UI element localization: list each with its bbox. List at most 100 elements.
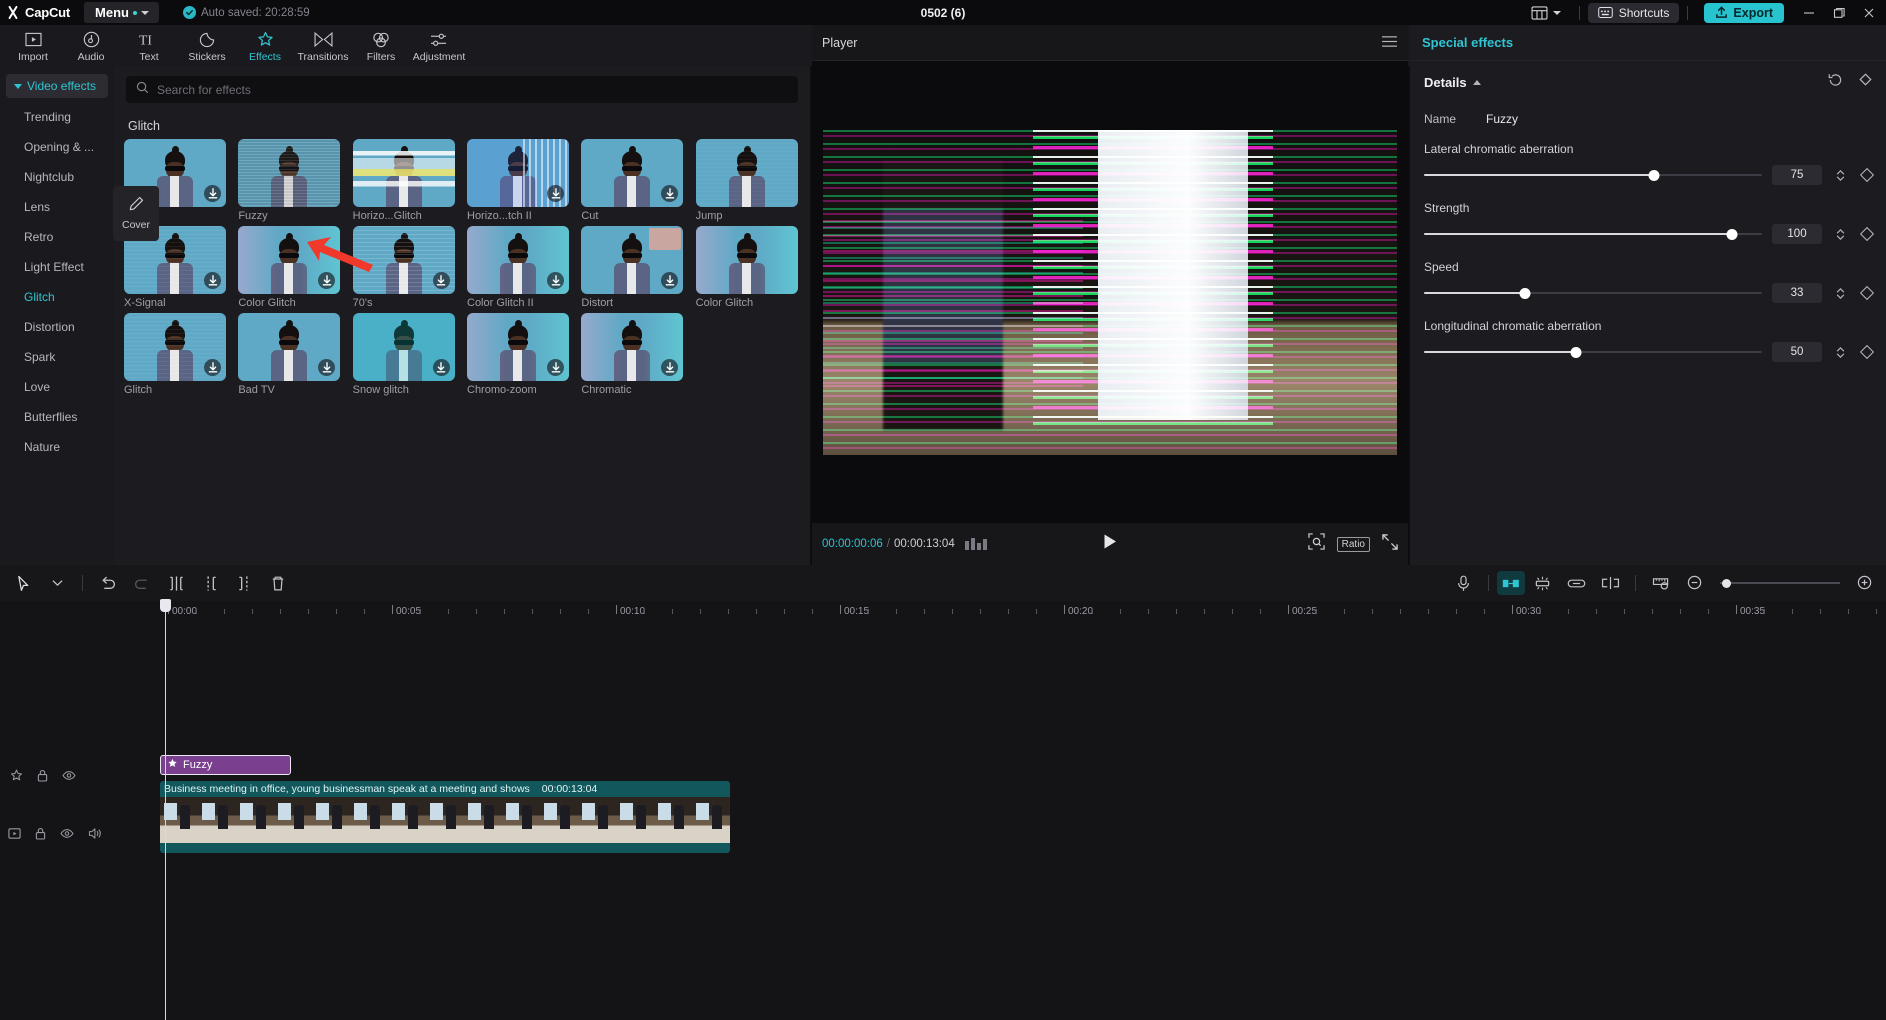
- effect-thumbnail[interactable]: [581, 226, 684, 294]
- download-icon[interactable]: [204, 272, 221, 289]
- tab-transitions[interactable]: Transitions: [294, 29, 352, 63]
- effect-thumbnail[interactable]: [467, 226, 569, 294]
- sidebar-item-glitch[interactable]: Glitch: [0, 282, 114, 312]
- effect-thumbnail[interactable]: [238, 139, 341, 207]
- video-icon[interactable]: [8, 827, 21, 840]
- sidebar-item-light-effect[interactable]: Light Effect: [0, 252, 114, 282]
- sidebar-item-nightclub[interactable]: Nightclub: [0, 162, 114, 192]
- download-icon[interactable]: [432, 359, 450, 376]
- sidebar-header-video-effects[interactable]: Video effects: [6, 74, 108, 98]
- magnet-icon[interactable]: [1593, 565, 1627, 601]
- layout-button[interactable]: [1521, 5, 1571, 20]
- link-icon[interactable]: [1559, 565, 1593, 601]
- slider-knob[interactable]: [1648, 169, 1660, 181]
- keyframe-toggle-icon[interactable]: [1859, 344, 1875, 360]
- redo-icon[interactable]: [125, 565, 159, 601]
- download-icon[interactable]: [432, 272, 450, 289]
- sidebar-item-spark[interactable]: Spark: [0, 342, 114, 372]
- reset-icon[interactable]: [1828, 73, 1843, 92]
- effect-thumbnail[interactable]: [695, 139, 798, 207]
- volume-icon[interactable]: [88, 827, 102, 840]
- tab-stickers[interactable]: Stickers: [178, 29, 236, 63]
- split-icon[interactable]: [159, 565, 193, 601]
- parameter-slider[interactable]: [1424, 168, 1762, 182]
- effect-item[interactable]: Color Glitch: [695, 226, 798, 309]
- sidebar-item-trending[interactable]: Trending: [0, 102, 114, 132]
- tab-import[interactable]: Import: [4, 29, 62, 63]
- parameter-value-input[interactable]: 75: [1772, 165, 1822, 185]
- manual-tracking-icon[interactable]: [1497, 571, 1525, 595]
- parameter-slider[interactable]: [1424, 345, 1762, 359]
- download-icon[interactable]: [204, 359, 221, 376]
- parameter-stepper[interactable]: [1832, 346, 1848, 358]
- download-icon[interactable]: [661, 272, 679, 289]
- player-stage[interactable]: [812, 61, 1408, 523]
- sidebar-item-opening[interactable]: Opening & ...: [0, 132, 114, 162]
- slider-knob[interactable]: [1726, 228, 1738, 240]
- audio-levels-icon[interactable]: [964, 538, 987, 550]
- timeline-zoom-slider[interactable]: [1720, 576, 1840, 590]
- lock-icon[interactable]: [37, 769, 48, 782]
- effect-clip[interactable]: Fuzzy: [160, 755, 291, 775]
- keyframe-toggle-icon[interactable]: [1859, 167, 1875, 183]
- effect-thumbnail[interactable]: [352, 313, 455, 381]
- download-icon[interactable]: [204, 185, 221, 202]
- fullscreen-icon[interactable]: [1382, 533, 1398, 555]
- snapshot-icon[interactable]: [1307, 533, 1325, 555]
- zoom-in-icon[interactable]: [1848, 565, 1882, 601]
- tab-filters[interactable]: Filters: [352, 29, 410, 63]
- undo-icon[interactable]: [91, 565, 125, 601]
- effect-thumbnail[interactable]: [581, 313, 684, 381]
- video-clip[interactable]: Business meeting in office, young busine…: [160, 781, 730, 853]
- effect-item[interactable]: Snow glitch: [352, 313, 455, 396]
- effect-item[interactable]: Glitch: [124, 313, 226, 396]
- parameter-slider[interactable]: [1424, 227, 1762, 241]
- eye-icon[interactable]: [62, 770, 76, 781]
- effect-thumbnail[interactable]: [124, 313, 226, 381]
- parameter-stepper[interactable]: [1832, 169, 1848, 181]
- cover-button[interactable]: Cover: [113, 186, 159, 241]
- ratio-button[interactable]: Ratio: [1336, 536, 1370, 552]
- tab-adjustment[interactable]: Adjustment: [410, 29, 468, 63]
- download-icon[interactable]: [661, 359, 679, 376]
- sidebar-item-retro[interactable]: Retro: [0, 222, 114, 252]
- effect-item[interactable]: Jump: [695, 139, 798, 222]
- effect-item[interactable]: Chromo-zoom: [467, 313, 569, 396]
- parameter-value-input[interactable]: 50: [1772, 342, 1822, 362]
- parameter-stepper[interactable]: [1832, 228, 1848, 240]
- download-icon[interactable]: [661, 185, 679, 202]
- effect-item[interactable]: Horizo...Glitch: [352, 139, 455, 222]
- effect-thumbnail[interactable]: [238, 313, 341, 381]
- lock-icon[interactable]: [35, 827, 46, 840]
- select-tool-icon[interactable]: [6, 565, 40, 601]
- parameter-value-input[interactable]: 100: [1772, 224, 1822, 244]
- effect-thumbnail[interactable]: [695, 226, 798, 294]
- maximize-button[interactable]: [1824, 0, 1854, 25]
- sidebar-item-lens[interactable]: Lens: [0, 192, 114, 222]
- shortcuts-button[interactable]: Shortcuts: [1587, 2, 1680, 23]
- search-input[interactable]: Search for effects: [126, 76, 798, 103]
- trim-left-icon[interactable]: [193, 565, 227, 601]
- export-button[interactable]: Export: [1704, 2, 1784, 23]
- slider-knob[interactable]: [1570, 346, 1582, 358]
- auto-beat-icon[interactable]: [1525, 565, 1559, 601]
- effect-item[interactable]: Horizo...tch II: [467, 139, 569, 222]
- sidebar-item-butterflies[interactable]: Butterflies: [0, 402, 114, 432]
- tab-text[interactable]: TI Text: [120, 29, 178, 62]
- effect-item[interactable]: Distort: [581, 226, 684, 309]
- effect-thumbnail[interactable]: [352, 139, 455, 207]
- sidebar-item-distortion[interactable]: Distortion: [0, 312, 114, 342]
- sidebar-item-nature[interactable]: Nature: [0, 432, 114, 462]
- parameter-value-input[interactable]: 33: [1772, 283, 1822, 303]
- timeline-ruler[interactable]: 00:00 00:05 00:10 00:15 00:20 00:25 00:30 00:35: [0, 601, 1886, 623]
- eye-icon[interactable]: [60, 828, 74, 839]
- effect-thumbnail[interactable]: [467, 139, 569, 207]
- trim-right-icon[interactable]: [227, 565, 261, 601]
- close-button[interactable]: [1854, 0, 1884, 25]
- play-button[interactable]: [1103, 533, 1118, 555]
- effect-item[interactable]: Fuzzy: [238, 139, 341, 222]
- effect-item[interactable]: Cut: [581, 139, 684, 222]
- minimize-button[interactable]: [1794, 0, 1824, 25]
- keyframe-toggle-icon[interactable]: [1859, 285, 1875, 301]
- microphone-icon[interactable]: [1446, 565, 1480, 601]
